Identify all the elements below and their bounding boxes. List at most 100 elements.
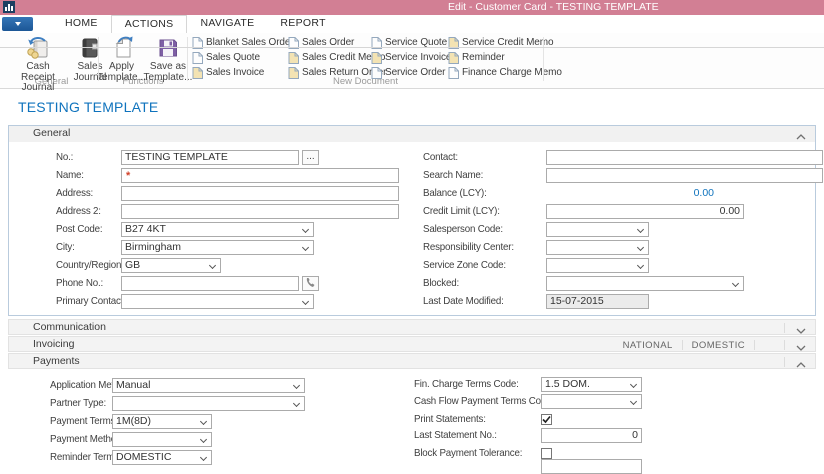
combo-dropdown-icon[interactable] — [637, 244, 644, 251]
service-order-button[interactable]: Service Order — [371, 66, 445, 79]
field-value: TESTING TEMPLATE — [125, 151, 228, 163]
field-label-salesperson-code: Salesperson Code: — [423, 223, 503, 235]
reminder-terms-code-combo[interactable]: DOMESTIC — [112, 450, 212, 465]
field-value: B27 4KT — [125, 223, 166, 235]
field-label-print-statements: Print Statements: — [414, 413, 486, 425]
city-combo[interactable]: Birmingham — [121, 240, 314, 255]
last-date-modified-input: 15-07-2015 — [546, 294, 649, 309]
sales-invoice-button[interactable]: Sales Invoice — [192, 66, 264, 79]
field-label-post-code: Post Code: — [56, 223, 102, 235]
lookup-ellipsis-button[interactable]: ... — [302, 150, 319, 165]
field-label-search-name: Search Name: — [423, 169, 483, 181]
expand-down-icon — [796, 342, 806, 348]
field-label-city: City: — [56, 241, 75, 253]
combo-dropdown-icon[interactable] — [637, 226, 644, 233]
tab-report[interactable]: REPORT — [267, 15, 338, 33]
address-2-input[interactable] — [121, 204, 399, 219]
ribbon: GeneralCash Receipt JournalSales Journal… — [0, 33, 824, 89]
address-input[interactable] — [121, 186, 399, 201]
payment-method-code-combo[interactable] — [112, 432, 212, 447]
ribbon-tabs: HOMEACTIONSNAVIGATEREPORT — [52, 15, 339, 33]
button-label: Sales Quote — [206, 52, 260, 63]
combo-dropdown-icon[interactable] — [732, 280, 739, 287]
button-label: Sales Invoice — [206, 67, 264, 78]
fasttab-general-header[interactable]: General — [9, 126, 815, 142]
phone-dial-button[interactable] — [302, 276, 319, 291]
credit-limit-lcy-input[interactable]: 0.00 — [546, 204, 744, 219]
name-input[interactable]: * — [121, 168, 399, 183]
summary-separator — [754, 340, 755, 350]
service-invoice-button[interactable]: Service Invoice — [371, 51, 451, 64]
fasttab-payments[interactable]: Payments — [8, 353, 816, 369]
application-menu-button[interactable] — [2, 17, 33, 31]
last-statement-no-input[interactable]: 0 — [541, 428, 642, 443]
partner-type-combo[interactable] — [112, 396, 305, 411]
field-value: Birmingham — [125, 241, 181, 253]
reminder-button[interactable]: Reminder — [448, 51, 505, 64]
field-value: 1M(8D) — [116, 415, 151, 427]
combo-dropdown-icon[interactable] — [630, 381, 637, 388]
finance-charge-memo-button[interactable]: Finance Charge Memo — [448, 66, 562, 79]
invoicing-summary: NATIONALDOMESTIC — [614, 337, 771, 353]
application-method-combo[interactable]: Manual — [112, 378, 305, 393]
document-icon — [448, 67, 459, 79]
field-value: Manual — [116, 379, 150, 391]
document-icon — [288, 67, 299, 79]
fasttab-invoicing[interactable]: Invoicing NATIONALDOMESTIC — [8, 336, 816, 352]
fasttab-communication-label: Communication — [33, 320, 106, 336]
sales-quote-button[interactable]: Sales Quote — [192, 51, 260, 64]
field-label-blocked: Blocked: — [423, 277, 459, 289]
field-input[interactable] — [541, 459, 642, 474]
field-label-partner-type: Partner Type: — [50, 397, 106, 409]
balance-lcy-drilldown-link[interactable]: 0.00 — [546, 186, 714, 201]
combo-dropdown-icon[interactable] — [302, 244, 309, 251]
service-zone-code-combo[interactable] — [546, 258, 649, 273]
combo-dropdown-icon[interactable] — [209, 262, 216, 269]
fin-charge-terms-code-combo[interactable]: 1.5 DOM. — [541, 377, 642, 392]
collapse-up-icon — [796, 131, 806, 137]
combo-dropdown-icon[interactable] — [637, 262, 644, 269]
country-region-code-combo[interactable]: GB — [121, 258, 221, 273]
no-input[interactable]: TESTING TEMPLATE — [121, 150, 299, 165]
cash-flow-payment-terms-code-combo[interactable] — [541, 394, 642, 409]
block-payment-tolerance-checkbox[interactable] — [541, 448, 552, 459]
button-label: Reminder — [462, 52, 505, 63]
combo-dropdown-icon[interactable] — [302, 226, 309, 233]
field-label-balance-lcy: Balance (LCY): — [423, 187, 487, 199]
combo-dropdown-icon[interactable] — [293, 400, 300, 407]
combo-dropdown-icon[interactable] — [302, 298, 309, 305]
combo-dropdown-icon[interactable] — [200, 436, 207, 443]
combo-dropdown-icon[interactable] — [293, 382, 300, 389]
combo-dropdown-icon[interactable] — [630, 398, 637, 405]
ribbon-group-separator — [543, 37, 544, 81]
collapse-up-icon — [796, 359, 806, 365]
blocked-combo[interactable] — [546, 276, 744, 291]
apply-template-button[interactable]: Apply Template... — [99, 35, 144, 83]
combo-dropdown-icon[interactable] — [200, 418, 207, 425]
field-label-fin-charge-terms-code: Fin. Charge Terms Code: — [414, 378, 519, 390]
button-label: Service Invoice — [385, 52, 451, 63]
post-code-combo[interactable]: B27 4KT — [121, 222, 314, 237]
combo-dropdown-icon[interactable] — [200, 454, 207, 461]
fasttab-general-label: General — [33, 126, 70, 142]
fasttab-payments-body: Application Method:ManualPartner Type:Pa… — [0, 370, 824, 462]
tab-navigate[interactable]: NAVIGATE — [187, 15, 267, 33]
tab-home[interactable]: HOME — [52, 15, 111, 33]
tab-actions[interactable]: ACTIONS — [111, 15, 188, 33]
print-statements-checkbox[interactable] — [541, 414, 552, 425]
cash-receipt-journal-button[interactable]: Cash Receipt Journal — [8, 35, 68, 94]
title-bar: Edit - Customer Card - TESTING TEMPLATE — [0, 0, 824, 15]
fasttab-communication[interactable]: Communication — [8, 319, 816, 335]
fasttab-invoicing-label: Invoicing — [33, 337, 74, 353]
ribbon-group-separator — [98, 37, 99, 81]
salesperson-code-combo[interactable] — [546, 222, 649, 237]
search-name-input[interactable] — [546, 168, 823, 183]
payment-terms-code-combo[interactable]: 1M(8D) — [112, 414, 212, 429]
tab-strip-divider — [0, 47, 824, 48]
fasttab-general: General No.:TESTING TEMPLATE...Name:*Add… — [8, 125, 816, 316]
responsibility-center-combo[interactable] — [546, 240, 649, 255]
contact-input[interactable] — [546, 150, 823, 165]
phone-no-input[interactable] — [121, 276, 299, 291]
primary-contact-no-combo[interactable] — [121, 294, 314, 309]
field-label-phone-no: Phone No.: — [56, 277, 103, 289]
